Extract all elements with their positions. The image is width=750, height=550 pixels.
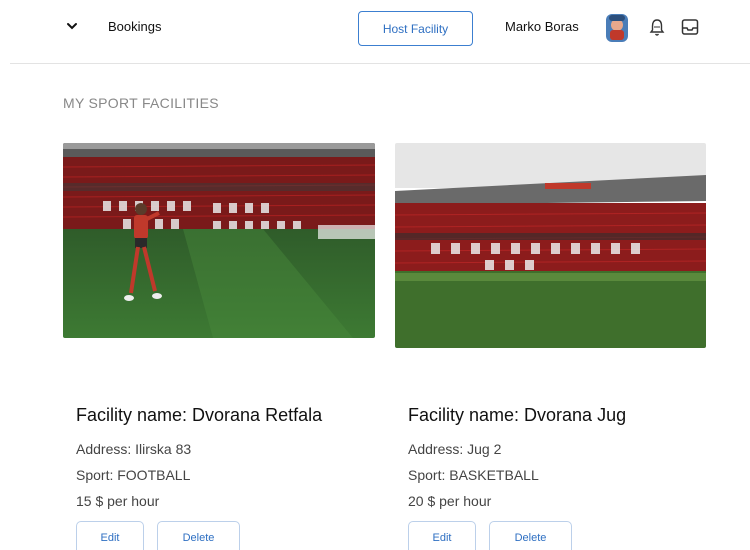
user-name[interactable]: Marko Boras (505, 19, 579, 34)
edit-button[interactable]: Edit (408, 521, 476, 550)
facility-name: Facility name: Dvorana Jug (408, 405, 627, 425)
chevron-down-icon[interactable] (64, 18, 80, 34)
inbox-icon[interactable] (681, 18, 699, 36)
nav-title[interactable]: Bookings (108, 19, 161, 34)
facility-actions-1: Edit Delete (76, 521, 240, 550)
facility-address: Address: Ilirska 83 (76, 441, 192, 457)
page-title: MY SPORT FACILITIES (63, 95, 219, 111)
header-divider (10, 63, 750, 64)
facility-sport: Sport: FOOTBALL (76, 467, 191, 483)
avatar[interactable] (604, 12, 630, 44)
facility-price: 20 $ per hour (408, 493, 492, 509)
facility-actions-2: Edit Delete (408, 521, 572, 550)
delete-button[interactable]: Delete (157, 521, 240, 550)
facility-sport: Sport: BASKETBALL (408, 467, 539, 483)
delete-button[interactable]: Delete (489, 521, 572, 550)
facility-image-2 (395, 143, 706, 348)
facility-address: Address: Jug 2 (408, 441, 502, 457)
facility-image-1 (63, 143, 375, 338)
top-bar: Bookings Host Facility Marko Boras (0, 0, 750, 64)
host-facility-button[interactable]: Host Facility (358, 11, 473, 46)
facility-card-1: Facility name: Dvorana Retfala Address: … (76, 405, 396, 519)
facility-name: Facility name: Dvorana Retfala (76, 405, 323, 425)
edit-button[interactable]: Edit (76, 521, 144, 550)
facility-price: 15 $ per hour (76, 493, 160, 509)
facility-card-2: Facility name: Dvorana Jug Address: Jug … (408, 405, 728, 519)
bell-icon[interactable] (648, 18, 666, 38)
